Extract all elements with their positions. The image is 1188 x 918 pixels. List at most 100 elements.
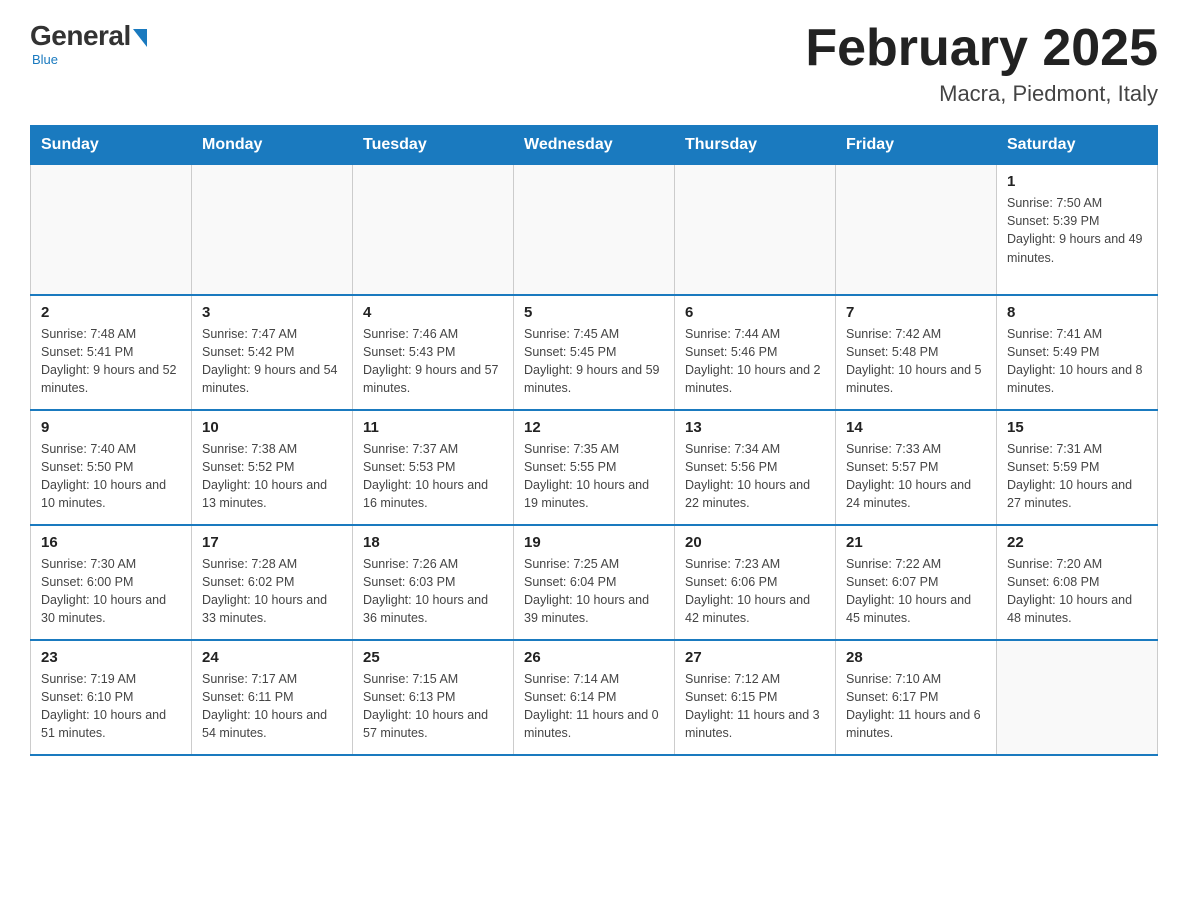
calendar-cell: 23Sunrise: 7:19 AM Sunset: 6:10 PM Dayli… — [31, 640, 192, 755]
calendar-cell: 15Sunrise: 7:31 AM Sunset: 5:59 PM Dayli… — [997, 410, 1158, 525]
day-number: 28 — [846, 649, 986, 666]
day-number: 20 — [685, 534, 825, 551]
calendar-header-row: SundayMondayTuesdayWednesdayThursdayFrid… — [31, 126, 1158, 165]
calendar-cell: 11Sunrise: 7:37 AM Sunset: 5:53 PM Dayli… — [353, 410, 514, 525]
day-info: Sunrise: 7:15 AM Sunset: 6:13 PM Dayligh… — [363, 670, 503, 743]
calendar-cell — [514, 165, 675, 295]
calendar-cell: 6Sunrise: 7:44 AM Sunset: 5:46 PM Daylig… — [675, 295, 836, 410]
day-number: 22 — [1007, 534, 1147, 551]
day-number: 9 — [41, 419, 181, 436]
calendar-cell: 1 Sunrise: 7:50 AM Sunset: 5:39 PM Daylig… — [997, 165, 1158, 295]
calendar-cell: 14 Sunrise: 7:33 AM Sunset: 5:57 PM Dayli… — [836, 410, 997, 525]
header-saturday: Saturday — [997, 126, 1158, 165]
calendar-cell: 20 Sunrise: 7:23 AM Sunset: 6:06 PM Dayli… — [675, 525, 836, 640]
calendar-cell: 7 Sunrise: 7:42 AM Sunset: 5:48 PM Daylig… — [836, 295, 997, 410]
day-info: Sunrise: 7:10 AM Sunset: 6:17 PM Dayligh… — [846, 670, 986, 743]
header-tuesday: Tuesday — [353, 126, 514, 165]
week-row-1: 1 Sunrise: 7:50 AM Sunset: 5:39 PM Daylig… — [31, 165, 1158, 295]
calendar-cell: 9 Sunrise: 7:40 AM Sunset: 5:50 PM Daylig… — [31, 410, 192, 525]
calendar-cell: 24 Sunrise: 7:17 AM Sunset: 6:11 PM Dayli… — [192, 640, 353, 755]
header-friday: Friday — [836, 126, 997, 165]
calendar-cell — [31, 165, 192, 295]
day-number: 18 — [363, 534, 503, 551]
day-number: 10 — [202, 419, 342, 436]
day-number: 6 — [685, 304, 825, 321]
day-number: 7 — [846, 304, 986, 321]
calendar-cell — [836, 165, 997, 295]
day-info: Sunrise: 7:34 AM Sunset: 5:56 PM Dayligh… — [685, 440, 825, 513]
day-info: Sunrise: 7:31 AM Sunset: 5:59 PM Dayligh… — [1007, 440, 1147, 513]
header-monday: Monday — [192, 126, 353, 165]
day-info: Sunrise: 7:35 AM Sunset: 5:55 PM Dayligh… — [524, 440, 664, 513]
day-number: 13 — [685, 419, 825, 436]
day-number: 3 — [202, 304, 342, 321]
calendar-cell: 18 Sunrise: 7:26 AM Sunset: 6:03 PM Dayli… — [353, 525, 514, 640]
calendar-cell: 3Sunrise: 7:47 AM Sunset: 5:42 PM Daylig… — [192, 295, 353, 410]
calendar-cell: 12 Sunrise: 7:35 AM Sunset: 5:55 PM Dayli… — [514, 410, 675, 525]
day-number: 5 — [524, 304, 664, 321]
calendar-cell: 22 Sunrise: 7:20 AM Sunset: 6:08 PM Dayli… — [997, 525, 1158, 640]
calendar-cell: 28 Sunrise: 7:10 AM Sunset: 6:17 PM Dayli… — [836, 640, 997, 755]
logo-arrow-icon — [133, 29, 147, 47]
title-block: February 2025 Macra, Piedmont, Italy — [805, 20, 1158, 107]
calendar-cell: 2Sunrise: 7:48 AM Sunset: 5:41 PM Daylig… — [31, 295, 192, 410]
day-number: 26 — [524, 649, 664, 666]
day-info: Sunrise: 7:14 AM Sunset: 6:14 PM Dayligh… — [524, 670, 664, 743]
day-info: Sunrise: 7:17 AM Sunset: 6:11 PM Dayligh… — [202, 670, 342, 743]
day-number: 24 — [202, 649, 342, 666]
logo-blue-text: Blue — [32, 52, 58, 67]
day-number: 8 — [1007, 304, 1147, 321]
calendar-cell — [353, 165, 514, 295]
calendar-cell: 19 Sunrise: 7:25 AM Sunset: 6:04 PM Dayli… — [514, 525, 675, 640]
day-info: Sunrise: 7:23 AM Sunset: 6:06 PM Dayligh… — [685, 555, 825, 628]
calendar-cell — [192, 165, 353, 295]
week-row-3: 9 Sunrise: 7:40 AM Sunset: 5:50 PM Daylig… — [31, 410, 1158, 525]
day-info: Sunrise: 7:12 AM Sunset: 6:15 PM Dayligh… — [685, 670, 825, 743]
day-info: Sunrise: 7:26 AM Sunset: 6:03 PM Dayligh… — [363, 555, 503, 628]
day-info: Sunrise: 7:25 AM Sunset: 6:04 PM Dayligh… — [524, 555, 664, 628]
day-info: Sunrise: 7:41 AM Sunset: 5:49 PM Dayligh… — [1007, 325, 1147, 398]
calendar-location: Macra, Piedmont, Italy — [805, 81, 1158, 107]
day-number: 2 — [41, 304, 181, 321]
calendar-cell: 5 Sunrise: 7:45 AM Sunset: 5:45 PM Daylig… — [514, 295, 675, 410]
week-row-4: 16Sunrise: 7:30 AM Sunset: 6:00 PM Dayli… — [31, 525, 1158, 640]
header-thursday: Thursday — [675, 126, 836, 165]
day-info: Sunrise: 7:20 AM Sunset: 6:08 PM Dayligh… — [1007, 555, 1147, 628]
day-number: 27 — [685, 649, 825, 666]
calendar-cell: 25 Sunrise: 7:15 AM Sunset: 6:13 PM Dayli… — [353, 640, 514, 755]
day-info: Sunrise: 7:38 AM Sunset: 5:52 PM Dayligh… — [202, 440, 342, 513]
day-info: Sunrise: 7:50 AM Sunset: 5:39 PM Dayligh… — [1007, 194, 1147, 267]
header-sunday: Sunday — [31, 126, 192, 165]
day-info: Sunrise: 7:42 AM Sunset: 5:48 PM Dayligh… — [846, 325, 986, 398]
day-info: Sunrise: 7:33 AM Sunset: 5:57 PM Dayligh… — [846, 440, 986, 513]
logo: General Blue — [30, 20, 147, 67]
day-number: 17 — [202, 534, 342, 551]
week-row-5: 23Sunrise: 7:19 AM Sunset: 6:10 PM Dayli… — [31, 640, 1158, 755]
page-header: General Blue February 2025 Macra, Piedmo… — [30, 20, 1158, 107]
calendar-cell: 10 Sunrise: 7:38 AM Sunset: 5:52 PM Dayli… — [192, 410, 353, 525]
day-number: 21 — [846, 534, 986, 551]
calendar-cell: 8 Sunrise: 7:41 AM Sunset: 5:49 PM Daylig… — [997, 295, 1158, 410]
day-info: Sunrise: 7:45 AM Sunset: 5:45 PM Dayligh… — [524, 325, 664, 398]
day-number: 12 — [524, 419, 664, 436]
calendar-cell: 17 Sunrise: 7:28 AM Sunset: 6:02 PM Dayli… — [192, 525, 353, 640]
day-number: 25 — [363, 649, 503, 666]
calendar-cell: 27 Sunrise: 7:12 AM Sunset: 6:15 PM Dayli… — [675, 640, 836, 755]
day-number: 19 — [524, 534, 664, 551]
day-info: Sunrise: 7:28 AM Sunset: 6:02 PM Dayligh… — [202, 555, 342, 628]
calendar-cell: 26 Sunrise: 7:14 AM Sunset: 6:14 PM Dayli… — [514, 640, 675, 755]
week-row-2: 2Sunrise: 7:48 AM Sunset: 5:41 PM Daylig… — [31, 295, 1158, 410]
day-info: Sunrise: 7:30 AM Sunset: 6:00 PM Dayligh… — [41, 555, 181, 628]
calendar-table: SundayMondayTuesdayWednesdayThursdayFrid… — [30, 125, 1158, 756]
calendar-cell — [997, 640, 1158, 755]
day-number: 11 — [363, 419, 503, 436]
header-wednesday: Wednesday — [514, 126, 675, 165]
day-info: Sunrise: 7:46 AM Sunset: 5:43 PM Dayligh… — [363, 325, 503, 398]
day-info: Sunrise: 7:40 AM Sunset: 5:50 PM Dayligh… — [41, 440, 181, 513]
calendar-title: February 2025 — [805, 20, 1158, 77]
calendar-cell — [675, 165, 836, 295]
day-number: 14 — [846, 419, 986, 436]
calendar-cell: 13 Sunrise: 7:34 AM Sunset: 5:56 PM Dayli… — [675, 410, 836, 525]
day-number: 1 — [1007, 173, 1147, 190]
day-number: 23 — [41, 649, 181, 666]
